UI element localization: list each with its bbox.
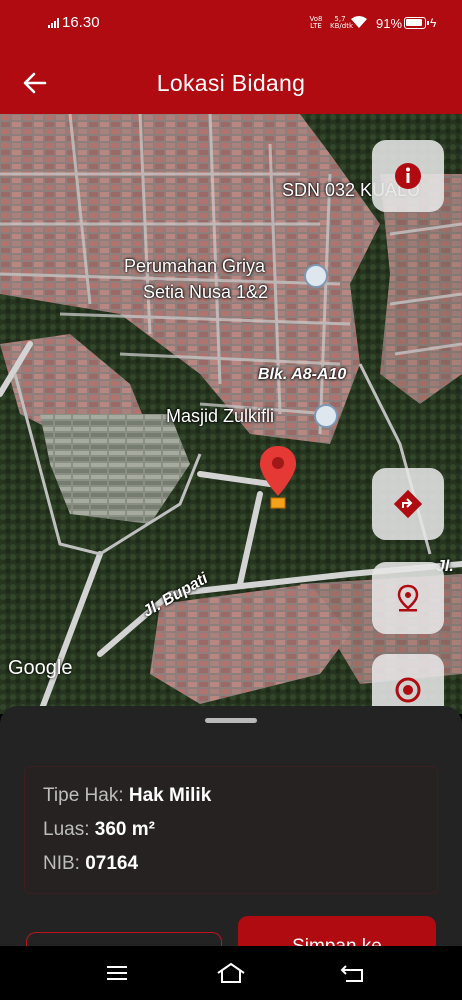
map-label-block: Blk. A8-A10 xyxy=(258,366,347,383)
mosque-poi-icon[interactable] xyxy=(314,404,338,428)
status-time: 16.30 xyxy=(62,14,100,31)
map-view[interactable]: SDN 032 KUALU Perumahan Griya Setia Nusa… xyxy=(0,114,462,714)
page-title: Lokasi Bidang xyxy=(156,70,306,96)
housing-poi-icon[interactable] xyxy=(304,264,328,288)
info-icon xyxy=(395,163,421,189)
map-pin-icon xyxy=(397,584,419,612)
charging-icon: ϟ xyxy=(430,16,437,30)
status-bar: 16.30 Vo8 LTE 5,7 KB/dtk 91% ϟ xyxy=(0,0,462,52)
network-indicator: Vo8 LTE xyxy=(309,15,323,30)
map-label-mosque: Masjid Zulkifli xyxy=(166,406,275,426)
network-speed: 5,7 KB/dtk xyxy=(330,15,353,30)
back-nav-icon[interactable] xyxy=(338,962,368,984)
google-logo: Google xyxy=(8,657,73,679)
signal-icon xyxy=(48,18,60,28)
location-pin-icon[interactable] xyxy=(258,444,298,512)
my-location-button[interactable] xyxy=(372,562,444,634)
parcel-details-card: Tipe Hak: Hak Milik Luas: 360 m² NIB: 07… xyxy=(24,766,438,894)
system-nav-bar xyxy=(0,946,462,1000)
nib-label: NIB: xyxy=(43,853,80,874)
info-button[interactable] xyxy=(372,140,444,212)
tipe-hak-label: Tipe Hak: xyxy=(43,785,124,806)
nib-value: 07164 xyxy=(85,853,139,874)
drag-handle[interactable] xyxy=(205,718,257,723)
target-icon xyxy=(395,677,421,703)
map-label-housing-1: Perumahan Griya xyxy=(124,256,266,276)
battery-icon xyxy=(404,17,429,29)
luas-value: 360 m² xyxy=(94,819,155,840)
luas-row: Luas: 360 m² xyxy=(43,819,155,841)
target-button[interactable] xyxy=(372,654,444,714)
directions-button[interactable] xyxy=(372,468,444,540)
luas-label: Luas: xyxy=(43,819,90,840)
wifi-icon xyxy=(351,16,367,28)
directions-icon xyxy=(393,489,423,519)
app-bar: Lokasi Bidang xyxy=(0,52,462,114)
menu-icon[interactable] xyxy=(102,962,132,984)
tipe-hak-row: Tipe Hak: Hak Milik xyxy=(43,785,211,807)
home-icon[interactable] xyxy=(216,962,246,984)
bottom-sheet: Tipe Hak: Hak Milik Luas: 360 m² NIB: 07… xyxy=(0,706,462,972)
tipe-hak-value: Hak Milik xyxy=(128,785,212,806)
battery-percent: 91% xyxy=(376,16,403,31)
map-label-housing-2: Setia Nusa 1&2 xyxy=(143,282,269,302)
nib-row: NIB: 07164 xyxy=(43,853,138,875)
